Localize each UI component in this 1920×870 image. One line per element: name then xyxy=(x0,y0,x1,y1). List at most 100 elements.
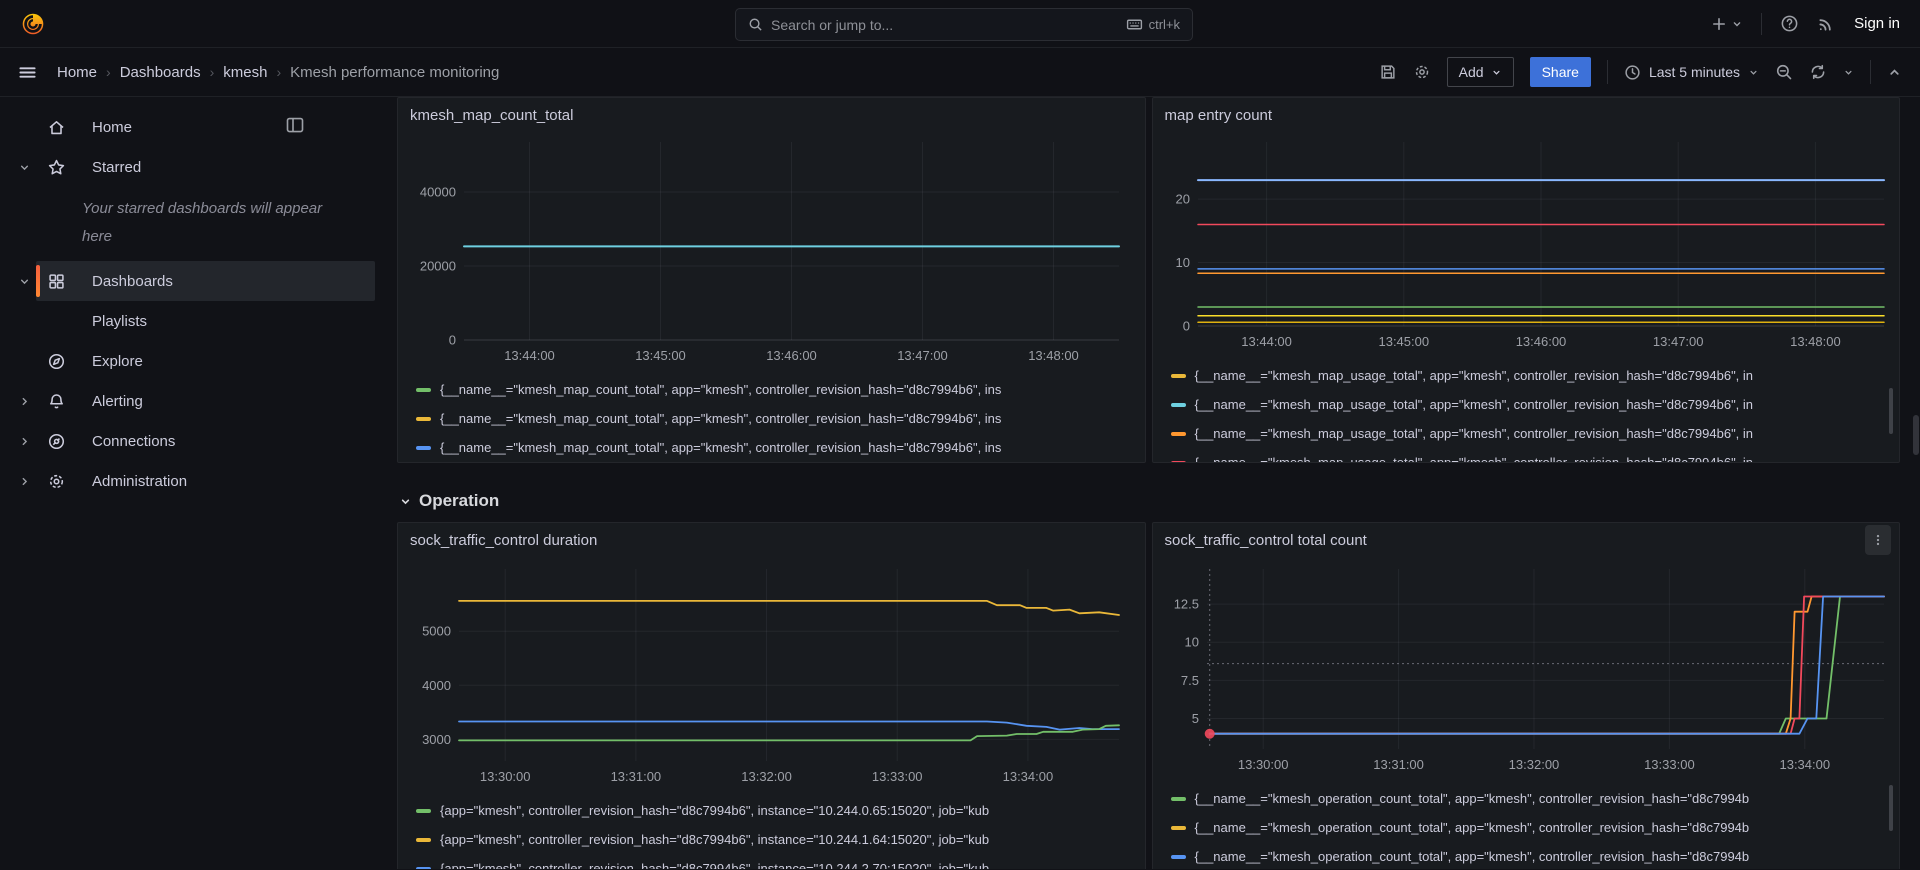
chevron-right-icon[interactable] xyxy=(18,435,31,448)
bell-icon xyxy=(47,392,66,411)
nav-sidebar: Home Starred Your starred dashboards wil… xyxy=(0,97,375,869)
legend-item[interactable]: {__name__="kmesh_map_usage_total", app="… xyxy=(1171,395,1880,414)
panel-title: kmesh_map_count_total xyxy=(410,107,573,124)
svg-text:12.5: 12.5 xyxy=(1173,597,1198,612)
top-nav-bar: Search or jump to... ctrl+k S xyxy=(0,0,1920,48)
dock-menu-icon[interactable] xyxy=(285,115,305,135)
search-input[interactable]: Search or jump to... ctrl+k xyxy=(735,8,1193,41)
sidebar-item-starred[interactable]: Starred xyxy=(0,147,375,187)
series-color-swatch xyxy=(416,838,431,842)
sidebar-item-playlists[interactable]: Playlists xyxy=(0,301,375,341)
mega-menu-button[interactable] xyxy=(18,63,37,82)
panel-kmesh-map-count-total[interactable]: kmesh_map_count_total 13:44:0013:45:0013… xyxy=(397,97,1146,463)
panel-sock-traffic-control-duration[interactable]: sock_traffic_control duration 13:30:00 13… xyxy=(397,522,1146,869)
svg-text:13:45:00: 13:45:00 xyxy=(1378,334,1429,349)
sidebar-item-connections[interactable]: Connections xyxy=(0,421,375,461)
grafana-logo-icon[interactable] xyxy=(20,11,46,37)
chevron-down-icon[interactable] xyxy=(18,161,31,174)
panel-header[interactable]: sock_traffic_control duration xyxy=(398,523,1145,557)
timeseries-chart[interactable]: 13:44:0013:45:0013:46:0013:47:0013:48:00… xyxy=(398,132,1145,370)
legend-item[interactable]: {__name__="kmesh_map_usage_total", app="… xyxy=(1171,424,1880,443)
sidebar-item-administration[interactable]: Administration xyxy=(0,461,375,501)
series-color-swatch xyxy=(416,867,431,870)
share-button[interactable]: Share xyxy=(1530,57,1591,87)
chevron-down-icon[interactable] xyxy=(18,275,31,288)
add-button[interactable]: Add xyxy=(1447,57,1514,87)
series-color-swatch xyxy=(1171,855,1186,859)
breadcrumb-item[interactable]: Dashboards xyxy=(120,64,201,81)
search-icon xyxy=(748,17,763,32)
kebab-menu-icon xyxy=(1871,533,1885,547)
svg-text:5000: 5000 xyxy=(422,624,451,639)
legend-item[interactable]: {__name__="kmesh_map_count_total", app="… xyxy=(416,380,1125,399)
panel-header[interactable]: kmesh_map_count_total xyxy=(398,98,1145,132)
refresh-interval-chevron-icon[interactable] xyxy=(1843,67,1854,78)
help-icon[interactable] xyxy=(1780,14,1799,33)
sidebar-item-alerting[interactable]: Alerting xyxy=(0,381,375,421)
series-color-swatch xyxy=(1171,461,1186,464)
chart-plot-area[interactable]: 13:30:0013:31:0013:32:0013:33:0013:34:00… xyxy=(398,557,1145,791)
collapse-toolbar-icon[interactable] xyxy=(1887,65,1902,80)
svg-text:13:30:00: 13:30:00 xyxy=(480,769,531,784)
legend-item[interactable]: {__name__="kmesh_map_count_total", app="… xyxy=(416,438,1125,457)
timeseries-chart[interactable]: 13:30:0013:31:0013:32:0013:33:0013:34:00… xyxy=(1153,557,1900,779)
sign-in-link[interactable]: Sign in xyxy=(1854,15,1900,32)
zoom-out-icon[interactable] xyxy=(1775,63,1793,81)
svg-text:13:33:00: 13:33:00 xyxy=(1644,757,1695,772)
panel-menu-button[interactable] xyxy=(1865,525,1891,555)
legend-item[interactable]: {__name__="kmesh_operation_count_total",… xyxy=(1171,789,1880,808)
time-range-picker[interactable]: Last 5 minutes xyxy=(1624,64,1759,81)
keyboard-icon xyxy=(1126,16,1143,33)
legend-scrollbar[interactable] xyxy=(1889,785,1893,831)
breadcrumb-separator: › xyxy=(106,64,111,80)
sidebar-item-dashboards[interactable]: Dashboards xyxy=(0,261,375,301)
timeseries-chart[interactable]: 13:44:0013:45:0013:46:0013:47:0013:48:00… xyxy=(1153,132,1900,356)
breadcrumb-item[interactable]: Home xyxy=(57,64,97,81)
sidebar-item-explore[interactable]: Explore xyxy=(0,341,375,381)
add-menu-button[interactable] xyxy=(1711,16,1743,32)
svg-text:13:44:00: 13:44:00 xyxy=(504,348,555,363)
chart-plot-area[interactable]: 13:44:0013:45:0013:46:0013:47:0013:48:00… xyxy=(1153,132,1900,356)
chart-plot-area[interactable]: 13:44:0013:45:0013:46:0013:47:0013:48:00… xyxy=(398,132,1145,370)
svg-text:13:31:00: 13:31:00 xyxy=(611,769,662,784)
legend-item[interactable]: {app="kmesh", controller_revision_hash="… xyxy=(416,830,1125,849)
svg-text:13:33:00: 13:33:00 xyxy=(872,769,923,784)
scrollbar-thumb[interactable] xyxy=(1913,415,1919,455)
legend-scrollbar[interactable] xyxy=(1889,388,1893,434)
main-scrollbar[interactable] xyxy=(1912,97,1920,869)
legend-item[interactable]: {app="kmesh", controller_revision_hash="… xyxy=(416,801,1125,820)
row-title: Operation xyxy=(419,491,499,511)
svg-text:13:34:00: 13:34:00 xyxy=(1779,757,1830,772)
dashboard-toolbar: Home›Dashboards›kmesh›Kmesh performance … xyxy=(0,48,1920,97)
chevron-right-icon[interactable] xyxy=(18,475,31,488)
chevron-down-icon xyxy=(1748,67,1759,78)
legend-item[interactable]: {__name__="kmesh_map_count_total", app="… xyxy=(416,409,1125,428)
search-placeholder: Search or jump to... xyxy=(771,17,1118,33)
star-icon xyxy=(47,158,66,177)
panel-map-entry-count[interactable]: map entry count 13:44:0013:45:0013:46:00… xyxy=(1152,97,1901,463)
breadcrumb-item[interactable]: kmesh xyxy=(223,64,267,81)
dashboard-settings-icon[interactable] xyxy=(1413,63,1431,81)
legend-item[interactable]: {__name__="kmesh_map_usage_total", app="… xyxy=(1171,366,1880,385)
chart-plot-area[interactable]: 13:30:0013:31:0013:32:0013:33:0013:34:00… xyxy=(1153,557,1900,779)
svg-text:4000: 4000 xyxy=(422,678,451,693)
svg-text:13:46:00: 13:46:00 xyxy=(766,348,817,363)
panel-legend: {__name__="kmesh_operation_count_total",… xyxy=(1153,779,1900,869)
panel-sock-traffic-control-total-count[interactable]: sock_traffic_control total count 13:30:0… xyxy=(1152,522,1901,869)
sidebar-item-home[interactable]: Home xyxy=(0,107,375,147)
legend-item[interactable]: {__name__="kmesh_map_usage_total", app="… xyxy=(1171,453,1880,463)
panel-header[interactable]: map entry count xyxy=(1153,98,1900,132)
timeseries-chart[interactable]: 13:30:0013:31:0013:32:0013:33:0013:34:00… xyxy=(398,557,1145,791)
panel-header[interactable]: sock_traffic_control total count xyxy=(1153,523,1900,557)
save-dashboard-icon[interactable] xyxy=(1379,63,1397,81)
legend-item[interactable]: {__name__="kmesh_operation_count_total",… xyxy=(1171,847,1880,866)
svg-text:10: 10 xyxy=(1175,255,1189,270)
chevron-right-icon[interactable] xyxy=(18,395,31,408)
series-color-swatch xyxy=(1171,797,1186,801)
legend-item[interactable]: {app="kmesh", controller_revision_hash="… xyxy=(416,859,1125,869)
svg-text:13:32:00: 13:32:00 xyxy=(1508,757,1559,772)
news-rss-icon[interactable] xyxy=(1817,14,1836,33)
refresh-icon[interactable] xyxy=(1809,63,1827,81)
legend-item[interactable]: {__name__="kmesh_operation_count_total",… xyxy=(1171,818,1880,837)
row-operation-header[interactable]: Operation xyxy=(399,489,1900,513)
